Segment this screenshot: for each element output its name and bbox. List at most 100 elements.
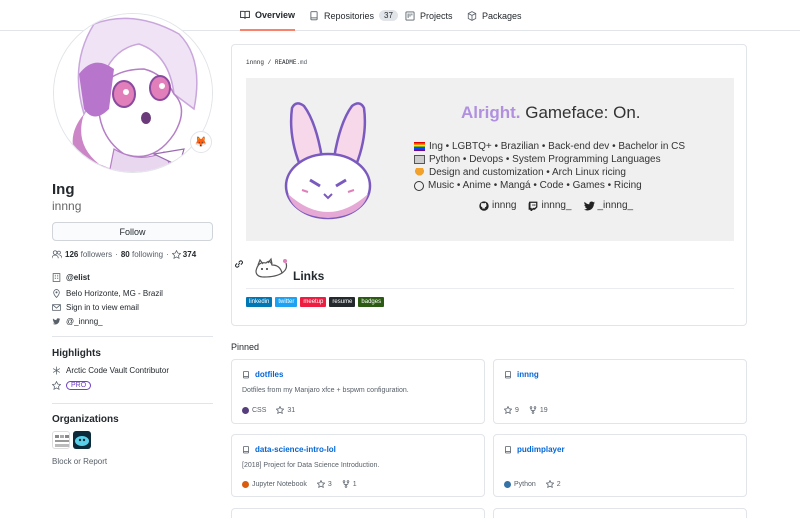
repo-meta: Jupyter Notebook 3 1: [242, 480, 357, 488]
tab-projects[interactable]: Projects: [405, 0, 453, 31]
avatar-illustration: [54, 14, 212, 172]
follow-button[interactable]: Follow: [52, 222, 213, 241]
org-logo-icon: [75, 436, 89, 446]
repo-stars-count: 2: [556, 480, 561, 488]
fork-icon: [529, 406, 537, 414]
repo-icon: [505, 370, 511, 378]
repo-language-name: Jupyter Notebook: [252, 480, 307, 488]
arctic-vault-link[interactable]: Arctic Code Vault Contributor: [66, 366, 169, 375]
readme-ext: .md: [296, 59, 308, 66]
star-icon: [52, 381, 61, 390]
repo-forks-count: 1: [352, 480, 357, 488]
tab-overview[interactable]: Overview: [240, 0, 296, 31]
stars-count: 374: [182, 250, 197, 259]
repositories-count: 37: [379, 10, 398, 21]
fox-icon: 🦊: [194, 136, 208, 148]
repo-forks-count: 19: [539, 406, 548, 414]
banner-line-text: Python • Devops • System Programming Lan…: [429, 154, 661, 165]
repo-stars[interactable]: 9: [504, 406, 519, 414]
banner-title: Alright. Gameface: On.: [461, 103, 641, 123]
pinned-repo-link[interactable]: dotfiles: [242, 370, 283, 379]
email-link[interactable]: Sign in to view email: [66, 303, 139, 312]
github-social[interactable]: innng: [479, 200, 516, 211]
package-icon: [467, 10, 477, 21]
repo-icon: [243, 445, 249, 453]
language-color-dot: [242, 480, 249, 488]
repo-name: pudimplayer: [517, 445, 565, 454]
profile-login: innng: [52, 199, 82, 213]
following-label: following: [131, 250, 164, 259]
twitch-social[interactable]: innng_: [528, 200, 572, 211]
arctic-vault-row: Arctic Code Vault Contributor: [52, 366, 169, 375]
banner-line: Design and customization • Arch Linux ri…: [414, 167, 626, 178]
tab-repositories[interactable]: Repositories 37: [309, 0, 398, 31]
repo-stars[interactable]: 3: [316, 480, 332, 488]
twitter-link[interactable]: @_innng_: [66, 317, 103, 326]
pinned-repo-card: [493, 508, 747, 518]
repo-stars-count: 3: [327, 480, 332, 488]
mail-icon: [52, 304, 61, 311]
badges-badge[interactable]: badges: [358, 297, 385, 307]
banner-line-text: Design and customization • Arch Linux ri…: [429, 167, 626, 178]
repo-meta: 9 19: [504, 406, 548, 414]
meetup-badge[interactable]: meetup: [300, 297, 327, 307]
rainbow-flag-icon: [414, 142, 425, 151]
stars-link[interactable]: 374: [171, 250, 197, 259]
banner-socials: innng innng_ _innng_: [479, 200, 633, 211]
block-report-link[interactable]: Block or Report: [52, 457, 107, 466]
readme-owner[interactable]: innng: [246, 59, 264, 66]
pinned-repo-link[interactable]: innng: [504, 370, 539, 379]
twitch-icon: [529, 201, 538, 211]
snowflake-icon: [52, 366, 61, 375]
anchor-link-icon[interactable]: [234, 259, 244, 269]
status-emoji-button[interactable]: 🦊: [190, 131, 212, 153]
repo-name: innng: [517, 370, 539, 379]
banner-line-text: Ing • LGBTQ+ • Brazilian • Back-end dev …: [429, 141, 686, 152]
pinned-repo-card: pudimplayer Python 2: [493, 434, 747, 497]
star-icon: [504, 406, 512, 414]
repo-stars-count: 31: [287, 406, 296, 414]
repo-forks[interactable]: 19: [529, 406, 548, 414]
repo-stars[interactable]: 2: [545, 480, 561, 488]
twitch-handle: innng_: [541, 200, 572, 211]
repo-stars[interactable]: 31: [276, 406, 295, 414]
twitter-badge[interactable]: twitter: [275, 297, 298, 307]
pinned-repo-link[interactable]: data-science-intro-lol: [242, 445, 336, 454]
organizations-heading: Organizations: [52, 414, 119, 425]
pinned-heading: Pinned: [231, 342, 260, 352]
fork-icon: [342, 480, 350, 488]
repo-forks[interactable]: 1: [342, 480, 357, 488]
highlights-heading: Highlights: [52, 348, 101, 359]
avatar[interactable]: [53, 13, 213, 173]
star-icon: [316, 480, 325, 488]
company-link[interactable]: @elist: [66, 273, 90, 282]
followers-count: 126: [65, 250, 79, 259]
following-count: 80: [120, 250, 130, 259]
tab-packages[interactable]: Packages: [467, 0, 522, 31]
following-link[interactable]: 80 following: [121, 250, 163, 259]
star-icon: [545, 480, 554, 488]
repo-stars-count: 9: [515, 406, 519, 414]
tab-projects-label: Projects: [420, 10, 453, 21]
language-color-dot: [242, 406, 249, 414]
divider: [52, 403, 213, 404]
linkedin-badge[interactable]: linkedin: [246, 297, 273, 307]
star-icon: [171, 250, 181, 259]
banner-title-bold: Alright.: [461, 103, 521, 122]
pinned-repo-card: [231, 508, 485, 518]
repo-description: Dotfiles from my Manjaro xfce + bspwm co…: [242, 387, 409, 394]
organization-avatar[interactable]: [73, 431, 91, 449]
pinned-repo-card: data-science-intro-lol [2018] Project fo…: [231, 434, 485, 497]
tab-packages-label: Packages: [482, 10, 522, 21]
repo-name: dotfiles: [255, 370, 284, 379]
twitter-icon: [583, 201, 595, 210]
badge-list: linkedin twitter meetup resume badges: [246, 297, 385, 307]
repo-language-name: CSS: [252, 406, 267, 414]
pinned-repo-link[interactable]: pudimplayer: [504, 445, 565, 454]
followers-link[interactable]: 126 followers: [65, 250, 112, 259]
resume-badge[interactable]: resume: [329, 297, 356, 307]
repo-language: Jupyter Notebook: [242, 480, 307, 488]
organization-avatar[interactable]: [52, 431, 70, 449]
twitter-social[interactable]: _innng_: [583, 200, 633, 211]
mushroom-icon: [414, 168, 425, 177]
